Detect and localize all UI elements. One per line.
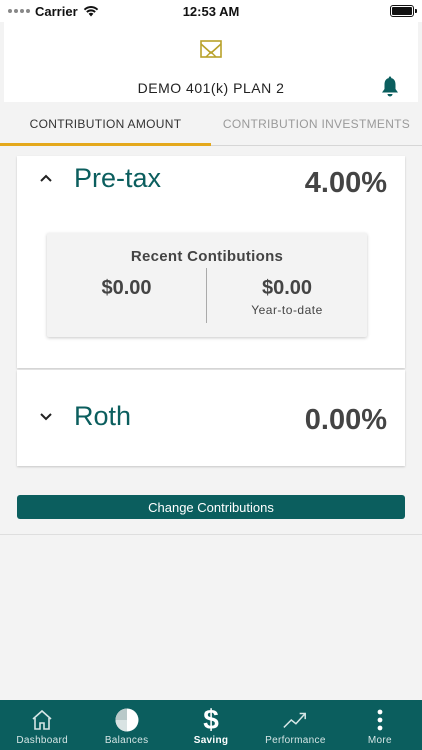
nav-label: Saving	[193, 735, 229, 746]
nav-label: Performance	[265, 735, 326, 746]
signal-icon	[8, 9, 30, 13]
nav-more[interactable]: More	[338, 700, 422, 750]
pretax-card: Pre-tax 4.00% Recent Contibutions $0.00 …	[17, 156, 405, 368]
nav-label: Dashboard	[16, 735, 69, 746]
dollar-icon: $	[203, 704, 219, 735]
roth-card: Roth 0.00%	[17, 370, 405, 466]
nav-performance[interactable]: Performance	[253, 700, 337, 750]
status-bar: Carrier 12:53 AM	[0, 0, 422, 22]
tab-label: CONTRIBUTION AMOUNT	[29, 116, 182, 131]
change-contributions-button[interactable]: Change Contributions	[17, 495, 405, 519]
tab-label: CONTRIBUTION INVESTMENTS	[222, 116, 411, 131]
more-vertical-icon	[377, 709, 383, 731]
nav-label: More	[367, 735, 392, 746]
status-right	[274, 5, 417, 17]
wifi-icon	[83, 6, 98, 17]
app-header: DEMO 401(k) PLAN 2	[4, 22, 418, 102]
trend-up-icon	[283, 712, 307, 728]
ytd-label: Year-to-date	[251, 303, 323, 317]
chevron-down-icon[interactable]	[39, 412, 53, 422]
tab-contribution-amount[interactable]: CONTRIBUTION AMOUNT	[0, 102, 211, 146]
nav-balances[interactable]: Balances	[84, 700, 168, 750]
plan-title: DEMO 401(k) PLAN 2	[137, 80, 285, 96]
battery-icon	[390, 5, 417, 17]
notification-bell-icon[interactable]	[380, 76, 400, 98]
tab-bar: CONTRIBUTION AMOUNT CONTRIBUTION INVESTM…	[0, 102, 422, 146]
nav-saving[interactable]: $ Saving	[169, 700, 253, 750]
tab-contribution-investments[interactable]: CONTRIBUTION INVESTMENTS	[211, 102, 422, 145]
status-left: Carrier	[8, 4, 148, 19]
nav-dashboard[interactable]: Dashboard	[0, 700, 84, 750]
logo-icon	[200, 40, 222, 58]
recent-contribution-value: $0.00	[101, 277, 152, 299]
recent-contributions-box: Recent Contibutions $0.00 $0.00 Year-to-…	[47, 233, 367, 337]
pretax-percent: 4.00%	[304, 167, 387, 199]
roth-label[interactable]: Roth	[74, 401, 131, 432]
recent-contributions-title: Recent Contibutions	[130, 248, 284, 265]
pretax-label[interactable]: Pre-tax	[74, 163, 161, 194]
status-time: 12:53 AM	[182, 3, 240, 19]
nav-label: Balances	[104, 735, 149, 746]
carrier-name: Carrier	[35, 3, 78, 19]
chevron-up-icon[interactable]	[39, 173, 53, 183]
roth-percent: 0.00%	[304, 404, 387, 436]
section-divider	[0, 534, 422, 535]
ytd-contribution-value: $0.00	[261, 277, 313, 299]
bottom-nav: Dashboard Balances $ Saving Performance	[0, 700, 422, 750]
home-icon	[32, 709, 52, 730]
pie-chart-icon	[115, 708, 139, 732]
